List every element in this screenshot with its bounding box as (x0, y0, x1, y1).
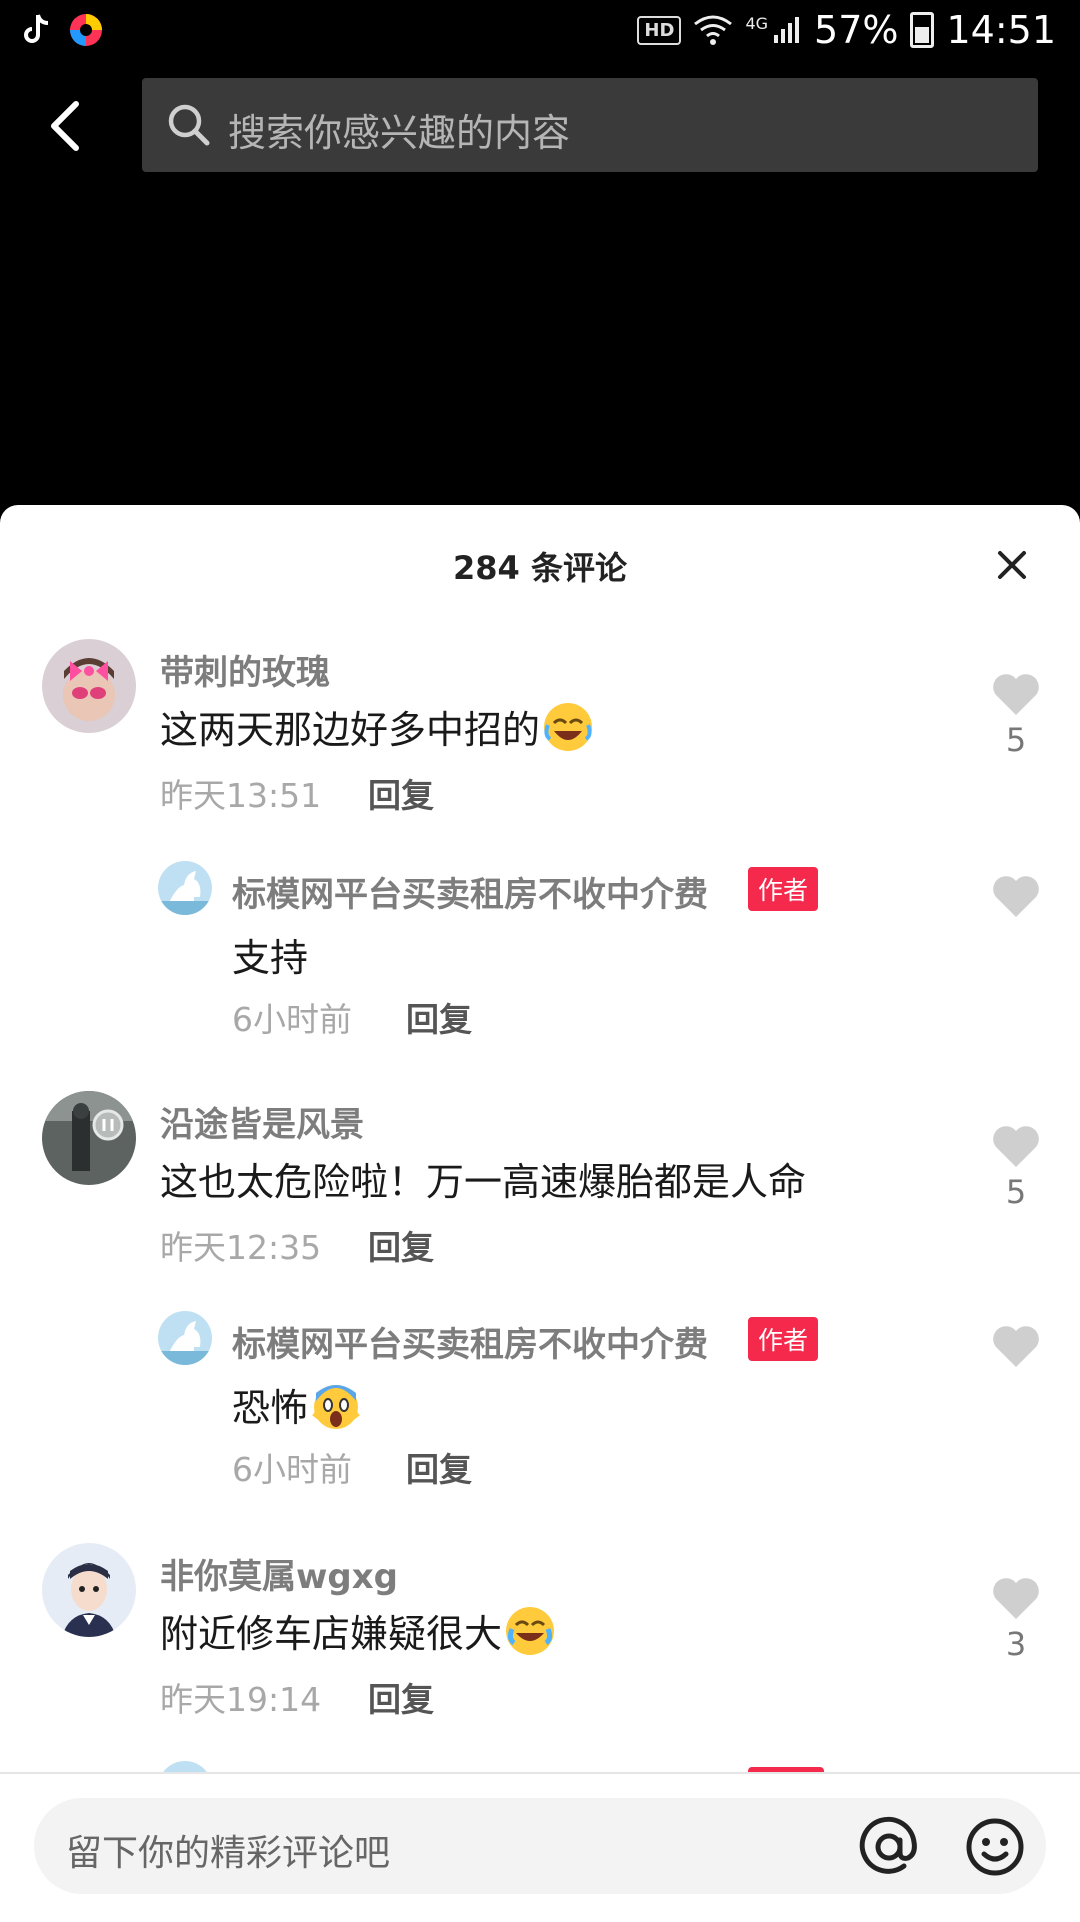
comment-item: 带刺的玫瑰 这两天那边好多中招的 昨天13:51 回复 5 (0, 639, 1080, 879)
top-bar: 搜索你感兴趣的内容 (0, 78, 1080, 176)
reply-text: 支持 (232, 936, 309, 980)
app-colorful-icon (70, 14, 102, 46)
heart-icon[interactable] (990, 1573, 1042, 1621)
laughing-crying-emoji-icon (544, 703, 593, 751)
reply-button[interactable]: 回复 (368, 769, 434, 817)
avatar[interactable] (42, 1091, 136, 1185)
reply-item: 标模网平台买卖租房不收中介费 作者 支持 6小时前 回复 (0, 861, 1080, 1051)
comment-item: 非你莫属wgxg 附近修车店嫌疑很大 昨天19:14 回复 3 (0, 1543, 1080, 1783)
search-bar[interactable]: 搜索你感兴趣的内容 (142, 78, 1038, 172)
like-count: 3 (1005, 1625, 1027, 1663)
comment-time: 昨天19:14 (160, 1680, 322, 1719)
comment-username[interactable]: 沿途皆是风景 (160, 1097, 364, 1146)
screaming-emoji-icon (312, 1385, 360, 1429)
reply-username[interactable]: 标模网平台买卖租房不收中介费 (232, 1317, 708, 1366)
heart-icon[interactable] (990, 871, 1042, 919)
signal-icon (774, 17, 800, 43)
crying-laughing-emoji-icon (506, 1607, 555, 1655)
comment-input[interactable]: 留下你的精彩评论吧 (34, 1798, 1046, 1894)
close-icon[interactable] (992, 545, 1032, 585)
comments-sheet: 284 条评论 带刺的玫瑰 这两天那边好多中招的 昨天13:51 回复 5 标模… (0, 505, 1080, 1920)
author-badge: 作者 (748, 1317, 819, 1361)
like-count: 5 (1005, 721, 1027, 759)
back-arrow-icon[interactable] (36, 96, 96, 156)
reply-username[interactable]: 标模网平台买卖租房不收中介费 (232, 867, 708, 916)
heart-icon[interactable] (990, 1321, 1042, 1369)
reply-time: 6小时前 (232, 1450, 352, 1489)
comment-text: 附近修车店嫌疑很大 (160, 1603, 556, 1658)
like-count: 5 (1005, 1173, 1027, 1211)
avatar[interactable] (158, 1311, 212, 1365)
search-icon (168, 104, 210, 146)
battery-icon (910, 12, 935, 48)
heart-icon[interactable] (990, 669, 1042, 717)
search-placeholder: 搜索你感兴趣的内容 (228, 111, 571, 155)
comment-text: 这也太危险啦！万一高速爆胎都是人命 (160, 1160, 807, 1204)
status-bar: HD 4G 57% 14:51 (0, 0, 1080, 64)
comment-username[interactable]: 非你莫属wgxg (160, 1549, 398, 1598)
avatar[interactable] (42, 1543, 136, 1637)
tiktok-icon (24, 14, 49, 43)
author-badge: 作者 (748, 867, 819, 911)
avatar[interactable] (158, 861, 212, 915)
reply-button[interactable]: 回复 (406, 1443, 472, 1491)
reply-text: 恐怖 (232, 1377, 362, 1432)
comment-username[interactable]: 带刺的玫瑰 (160, 645, 330, 694)
reply-time: 6小时前 (232, 1000, 352, 1039)
comment-text: 这两天那边好多中招的 (160, 699, 594, 754)
heart-icon[interactable] (990, 1121, 1042, 1169)
at-mention-icon[interactable] (858, 1816, 920, 1878)
reply-item: 标模网平台买卖租房不收中介费 作者 恐怖 6小时前 回复 (0, 1311, 1080, 1501)
network-type: 4G (745, 13, 769, 33)
comments-count-title: 284 条评论 (453, 549, 627, 587)
reply-button[interactable]: 回复 (368, 1673, 434, 1721)
comment-input-bar: 留下你的精彩评论吧 (0, 1772, 1080, 1922)
reply-button[interactable]: 回复 (406, 993, 472, 1041)
battery-percent: 57% (814, 8, 899, 52)
clock: 14:51 (946, 8, 1056, 52)
reply-button[interactable]: 回复 (368, 1221, 434, 1269)
wifi-icon (694, 15, 733, 45)
emoji-face-icon[interactable] (964, 1816, 1026, 1878)
comment-time: 昨天13:51 (160, 776, 322, 815)
comment-input-placeholder: 留下你的精彩评论吧 (66, 1833, 391, 1874)
comment-time: 昨天12:35 (160, 1228, 322, 1267)
hd-badge: HD (637, 15, 682, 45)
avatar[interactable] (42, 639, 136, 733)
comment-item: 沿途皆是风景 这也太危险啦！万一高速爆胎都是人命 昨天12:35 回复 5 (0, 1091, 1080, 1331)
